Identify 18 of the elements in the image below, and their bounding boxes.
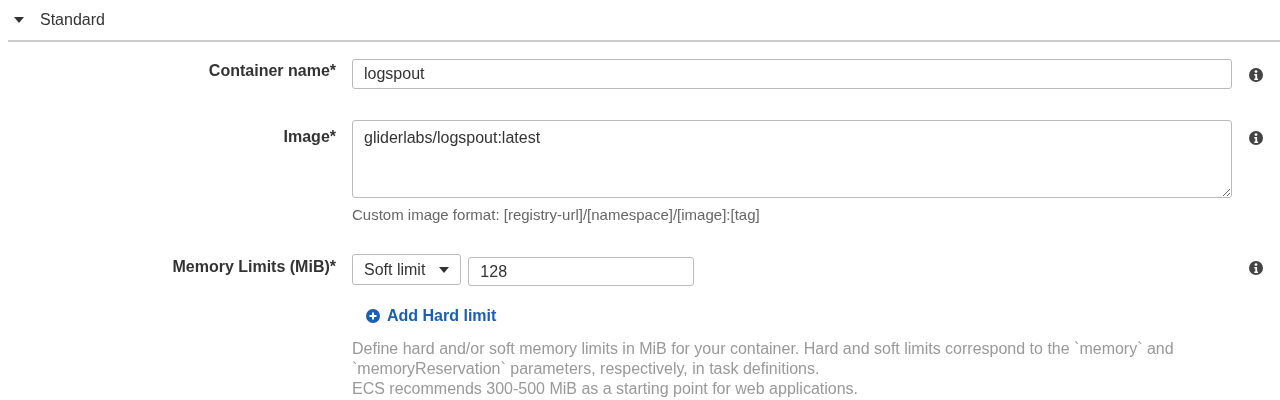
field-label: Image* bbox=[282, 127, 337, 146]
caret-icon[interactable] bbox=[14, 17, 24, 23]
caret-icon bbox=[439, 266, 450, 273]
field-label: Container name* bbox=[207, 61, 337, 80]
text-field[interactable]: logspout bbox=[352, 59, 1232, 89]
info-icon bbox=[1249, 68, 1263, 82]
help-text: Define hard and/or soft memory limits in MiB for your container. Hard and soft limits correspond to the `memory` and `memoryReservation` parameters, respectively, in task definitions. bbox=[352, 339, 1175, 379]
help-text: ECS recommends 300-500 MiB as a starting point for web applications. bbox=[352, 379, 860, 399]
section-title[interactable]: Standard bbox=[40, 11, 105, 29]
memory-field[interactable]: 128 bbox=[468, 257, 695, 286]
hint-text: Custom image format: [registry-url]/[namespace]/[image]:[tag] bbox=[352, 206, 761, 223]
info-icon bbox=[1249, 261, 1263, 275]
plus-circle-icon bbox=[366, 309, 380, 323]
limit-dropdown[interactable]: Soft limit bbox=[352, 254, 462, 285]
field-label: Memory Limits (MiB)* bbox=[171, 257, 337, 276]
info-icon bbox=[1249, 131, 1263, 145]
text-area[interactable]: gliderlabs/logspout:latest bbox=[352, 120, 1232, 198]
add-hard-limit-link[interactable]: Add Hard limit bbox=[366, 307, 497, 325]
